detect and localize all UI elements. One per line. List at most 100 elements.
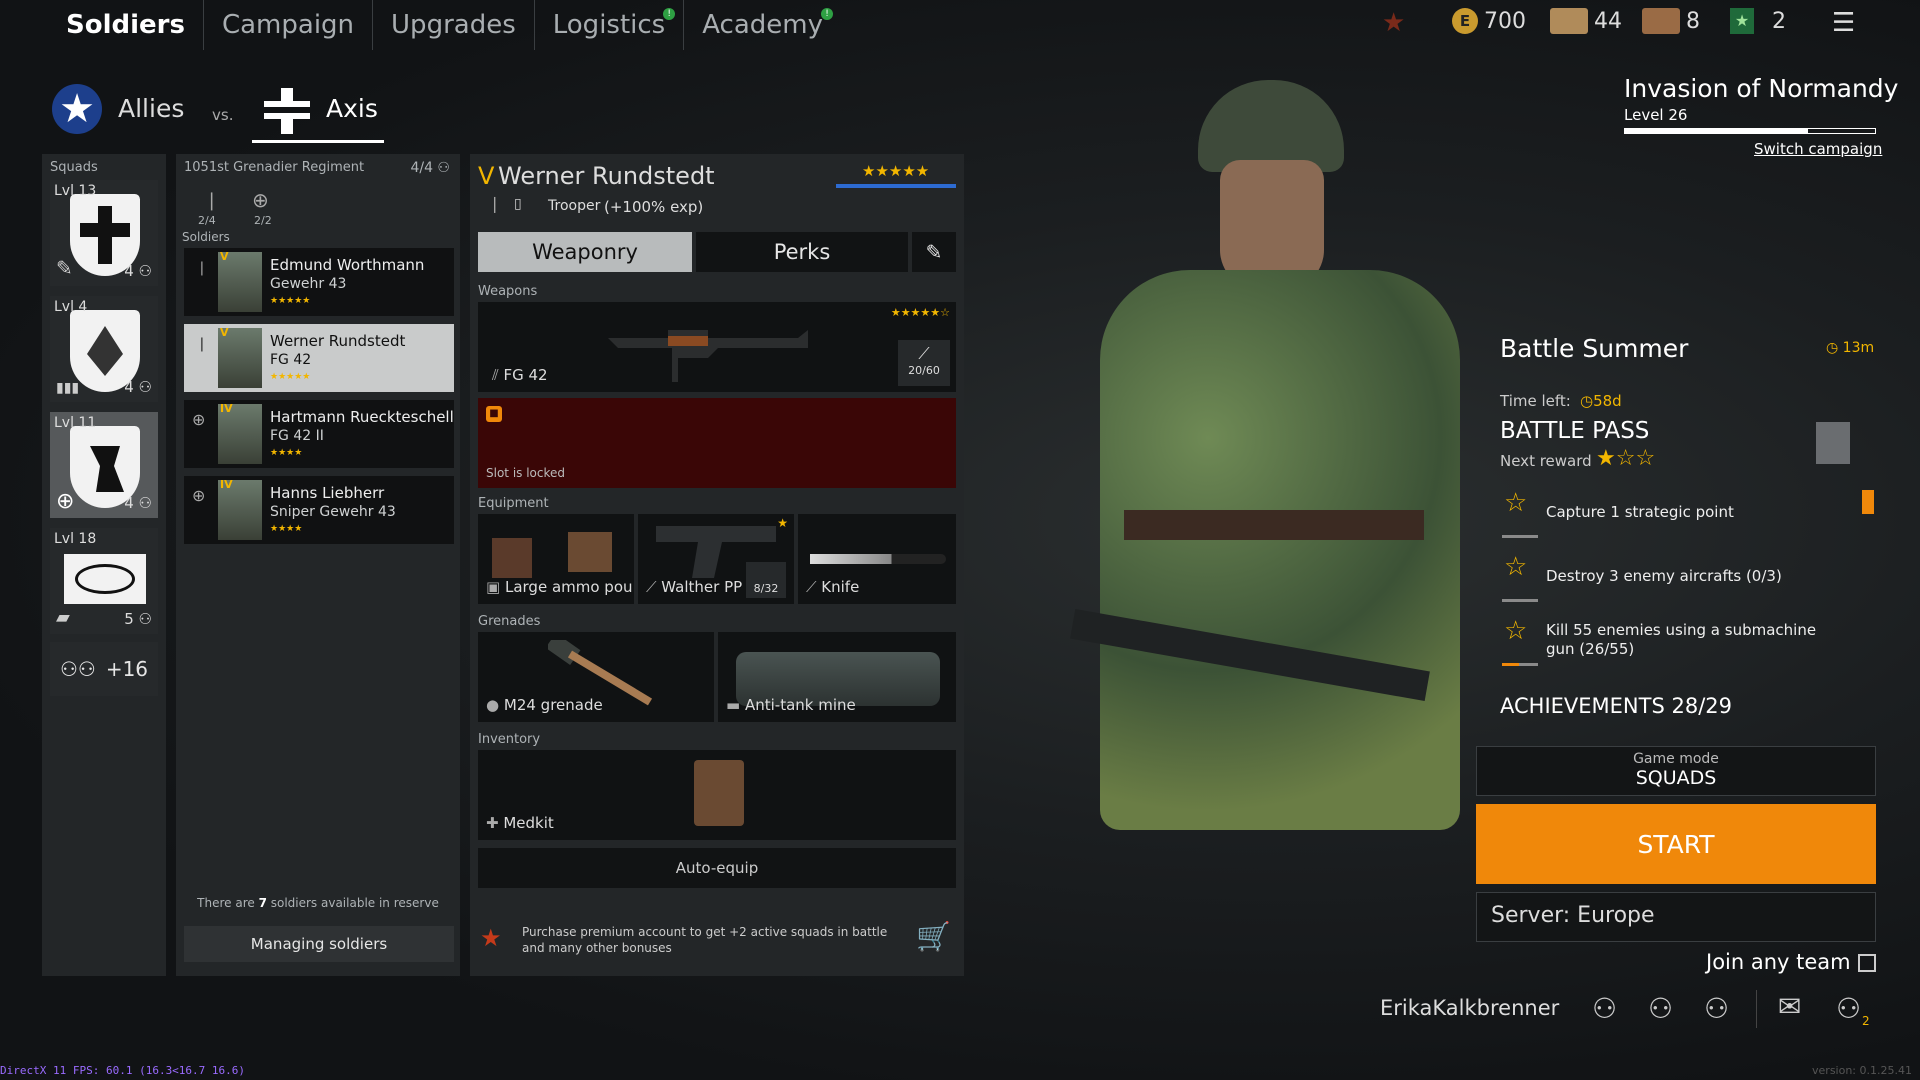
weapons-label: Weapons [478,284,538,299]
grenade-icon: ● [486,696,500,714]
squad-count: 4 ⚇ [124,494,152,512]
add-friend-icon[interactable]: ⚇ [1704,992,1729,1025]
squad-card[interactable]: Lvl 13 ✎ 4 ⚇ [50,180,158,286]
quest-item[interactable]: ☆ Capture 1 strategic point [1496,480,1856,544]
tab-label: Soldiers [66,10,185,40]
tickets-resource[interactable]: 8 [1642,8,1700,34]
grenade-name-text: Anti-tank mine [744,696,856,714]
squad-card[interactable]: Lvl 4 ▮▮▮ 4 ⚇ [50,296,158,402]
orders-resource[interactable]: 44 [1550,8,1622,34]
soldier-bonus: (+100% exp) [604,198,704,216]
grenade-name: ▬ Anti-tank mine [726,696,856,714]
soldier-name: Werner Rundstedt [498,162,715,190]
managing-soldiers-button[interactable]: Managing soldiers [184,926,454,962]
squad-count-value: 4 [124,262,134,280]
add-friend-icon[interactable]: ⚇ [1592,992,1617,1025]
wrench-icon: ✎ [56,256,73,280]
username[interactable]: ErikaKalkbrenner [1380,996,1559,1020]
allies-label[interactable]: Allies [118,94,184,123]
tab-campaign[interactable]: Campaign [204,0,374,50]
battle-event-title: Battle Summer [1500,334,1689,363]
quest-progress-fill [1502,663,1519,666]
bookmark-icon[interactable] [1862,490,1874,514]
tab-label: Upgrades [391,10,516,40]
soldier-row[interactable]: ❘ V Edmund Worthmann Gewehr 43 ★★★★★ [184,248,454,316]
campaign-progress [1624,128,1876,134]
quest-text: Capture 1 strategic point [1546,503,1734,521]
weapon-stars: ★★★★★☆ [890,306,950,319]
join-any-team-checkbox[interactable] [1858,954,1876,972]
mine-icon: ▬ [726,696,741,714]
menu-icon[interactable]: ☰ [1832,8,1855,38]
soldier-exp-bar [836,184,956,188]
coin-icon: E [1452,8,1478,34]
achievements-link[interactable]: ACHIEVEMENTS 28/29 [1500,694,1732,718]
battle-pass-title[interactable]: BATTLE PASS [1500,418,1649,444]
axis-label[interactable]: Axis [326,94,378,123]
squad-level: Lvl 4 [54,299,88,315]
squad-count-value: 5 [124,610,134,628]
tab-upgrades[interactable]: Upgrades [373,0,535,50]
reward-portrait-icon[interactable] [1816,422,1850,464]
grenades-label: Grenades [478,614,541,629]
locked-slot[interactable]: ■ Slot is locked [478,398,956,488]
soldier-name: Hanns Liebherr [270,484,385,502]
tab-logistics[interactable]: Logistics! [535,0,685,50]
start-button[interactable]: START [1476,804,1876,884]
pistol-ammo: 8/32 [746,562,786,598]
equipment-slot-knife[interactable]: ⟋ Knife [798,514,956,604]
shopping-cart-icon[interactable]: 🛒 [916,920,951,953]
crosshair-icon: ⊕ [192,410,206,429]
premium-resource[interactable]: ★ 2 [1730,8,1786,34]
tickets-count: 8 [1686,8,1700,34]
squad-card[interactable]: Lvl 11 ⊕ 4 ⚇ [50,412,158,518]
soldier-row[interactable]: ❘ V Werner Rundstedt FG 42 ★★★★★ [184,324,454,392]
reserve-squads-button[interactable]: ⚇⚇ +16 [50,642,158,696]
grenade-name: ● M24 grenade [486,696,603,714]
edit-icon[interactable]: ✎ [912,232,956,272]
game-mode-selector[interactable]: Game mode SQUADS [1476,746,1876,796]
quest-item[interactable]: ☆ Destroy 3 enemy aircrafts (0/3) [1496,544,1856,608]
equipment-slot-ammo-pouch[interactable]: ▣ Large ammo pou [478,514,634,604]
version-label: version: 0.1.25.41 [1812,1064,1912,1077]
squad-capacity: 4/4 ⚇ [410,160,450,176]
switch-campaign-link[interactable]: Switch campaign [1754,140,1882,158]
server-selector[interactable]: Server: Europe [1476,892,1876,942]
premium-star-icon[interactable]: ★ [1382,8,1405,38]
quest-item[interactable]: ☆ Kill 55 enemies using a submachine gun … [1496,608,1856,672]
auto-equip-button[interactable]: Auto-equip [478,848,956,888]
add-friend-icon[interactable]: ⚇ [1648,992,1673,1025]
inventory-slot-medkit[interactable]: ✚ Medkit [478,750,956,840]
soldier-rank: IV [220,478,233,491]
inventory-name-text: Medkit [503,814,554,832]
grenade-slot-mine[interactable]: ▬ Anti-tank mine [718,632,956,722]
tab-weaponry[interactable]: Weaponry [478,232,692,272]
equipment-slot-pistol[interactable]: ★ ⟋ Walther PP 8/32 [638,514,794,604]
mail-icon[interactable]: ✉ [1778,990,1801,1023]
axis-underline [252,140,384,143]
silver-resource[interactable]: E 700 [1452,8,1526,34]
tab-perks[interactable]: Perks [696,232,908,272]
quest-star-icon: ☆ [1504,616,1528,646]
tab-academy[interactable]: Academy! [684,0,841,50]
versus-label: vs. [212,106,234,124]
pouch-icon: ▣ [486,578,501,596]
soldier-row[interactable]: ⊕ IV Hartmann Rueckteschell FG 42 II ★★★… [184,400,454,468]
friends-group-icon[interactable]: ⚇ [1836,992,1861,1025]
soldier-row[interactable]: ⊕ IV Hanns Liebherr Sniper Gewehr 43 ★★★… [184,476,454,544]
group-icon: ⚇⚇ [59,657,96,681]
soldier-rank: IV [220,402,233,415]
premium-badge-icon: ★ [480,924,502,952]
capacity-value: 4/4 [410,160,433,176]
orders-count: 44 [1594,8,1622,34]
reserve-count: +16 [105,657,149,681]
grenade-slot-m24[interactable]: ● M24 grenade [478,632,714,722]
primary-weapon-slot[interactable]: ★★★★★☆ ⫽ FG 42 ⟋ 20/60 [478,302,956,392]
medkit-image [694,760,744,826]
event-timer-value: 13m [1842,340,1875,356]
soldier-stars: ★★★★★ [270,372,311,382]
squad-card[interactable]: Lvl 18 ▰ 5 ⚇ [50,528,158,634]
game-mode-label: Game mode [1633,751,1719,767]
tab-soldiers[interactable]: Soldiers [48,0,204,50]
locked-text: Slot is locked [486,466,566,480]
